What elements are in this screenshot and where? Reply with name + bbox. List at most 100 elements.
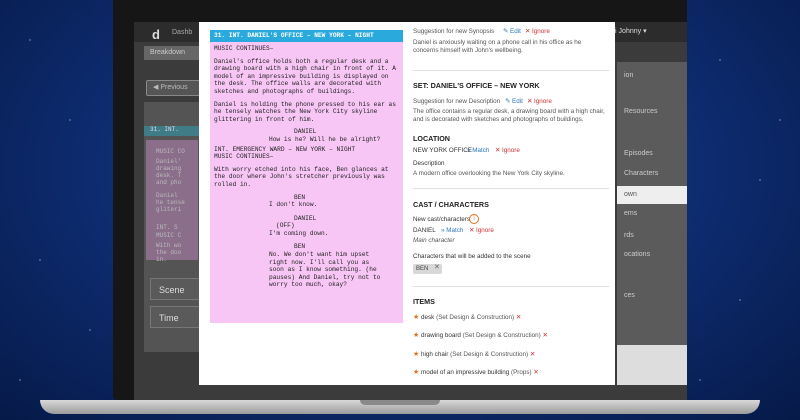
- scene-body: MUSIC CONTINUES– Daniel's office holds b…: [210, 42, 403, 323]
- divider: [413, 188, 609, 189]
- dialogue: How is he? Will he be alright?: [269, 135, 381, 143]
- behind-fragment: MUSIC C: [156, 232, 182, 239]
- behind-fragment: in.: [156, 256, 167, 263]
- item-name: drawing board: [421, 332, 461, 339]
- timeline-button[interactable]: Time: [150, 306, 200, 328]
- character-cue: DANIEL: [294, 128, 317, 136]
- character-badge-label: BEN: [416, 266, 429, 272]
- remove-item-icon[interactable]: ✕: [533, 369, 538, 376]
- dialogue: No. We don't want him upset right now. I…: [269, 251, 381, 289]
- item-category: (Props): [510, 369, 532, 376]
- set-heading: SET: DANIEL'S OFFICE – NEW YORK: [413, 81, 540, 90]
- items-heading: ITEMS: [413, 297, 435, 306]
- star-icon: ★: [413, 332, 420, 339]
- sidebar-item[interactable]: Resources: [624, 108, 657, 115]
- item-name: desk: [421, 314, 435, 321]
- star-icon: ★: [413, 351, 420, 358]
- sidebar-item[interactable]: Episodes: [624, 150, 653, 157]
- script-line: MUSIC CONTINUES–: [214, 45, 274, 52]
- sidebar-item[interactable]: Characters: [624, 170, 658, 177]
- cast-name: DANIEL: [413, 227, 436, 234]
- script-line: With worry etched into his face, Ben gla…: [214, 165, 389, 188]
- behind-fragment: gliteri: [156, 206, 182, 213]
- item-row: ★ model of an impressive building (Props…: [413, 368, 539, 376]
- behind-fragment: desk. T: [156, 172, 182, 179]
- user-menu[interactable]: Hi Johnny ▾: [610, 27, 680, 39]
- breakdown-suggestions-modal: 31. INT. DANIEL'S OFFICE – NEW YORK – NI…: [199, 22, 615, 385]
- remove-item-icon[interactable]: ✕: [542, 332, 547, 339]
- synopsis-text: Daniel is anxiously waiting on a phone c…: [413, 39, 582, 54]
- behind-scene-heading: 31. INT.: [144, 126, 206, 136]
- item-category: (Set Design & Construction): [450, 351, 529, 358]
- ignore-location-button[interactable]: ✕ Ignore: [495, 147, 520, 154]
- location-value: NEW YORK OFFICE: [413, 147, 473, 154]
- item-name: high chair: [421, 351, 449, 358]
- sidebar-item[interactable]: ems: [624, 210, 637, 217]
- script-line: Daniel's office holds both a regular des…: [214, 57, 396, 95]
- behind-fragment: MUSIC CO: [156, 148, 185, 155]
- item-row: ★ desk (Set Design & Construction) ✕: [413, 313, 521, 321]
- character-cue: BEN: [294, 243, 306, 251]
- behind-fragment: the doo: [156, 249, 182, 256]
- script-excerpt: 31. INT. DANIEL'S OFFICE – NEW YORK – NI…: [210, 30, 403, 323]
- star-icon: ★: [413, 314, 420, 321]
- script-line: MUSIC CONTINUES–: [214, 153, 274, 161]
- nav-dashboard-link[interactable]: Dashb: [172, 29, 192, 36]
- scene-heading: 31. INT. DANIEL'S OFFICE – NEW YORK – NI…: [210, 30, 403, 42]
- behind-fragment: With wo: [156, 242, 182, 249]
- behind-fragment: he tense: [156, 199, 185, 206]
- sidebar-item[interactable]: ocations: [624, 251, 650, 258]
- behind-fragment: INT. S: [156, 224, 178, 231]
- edit-description-button[interactable]: ✎ Edit: [505, 98, 523, 105]
- remove-item-icon[interactable]: ✕: [516, 314, 521, 321]
- item-category: (Set Design & Construction): [436, 314, 515, 321]
- dialogue: I don't know.: [269, 201, 318, 209]
- scenes-button[interactable]: Scene: [150, 278, 200, 300]
- scene-heading-2: INT. EMERGENCY WARD – NEW YORK – NIGHT: [214, 145, 356, 153]
- added-characters-label: Characters that will be added to the sce…: [413, 253, 531, 260]
- new-cast-label: New cast/characters: [413, 216, 471, 223]
- info-icon[interactable]: i: [469, 214, 479, 224]
- sidebar-item[interactable]: rds: [624, 232, 634, 239]
- sidebar-item-selected[interactable]: own: [624, 191, 637, 198]
- sidebar-item[interactable]: ces: [624, 292, 635, 299]
- location-description-label: Description: [413, 160, 445, 167]
- item-category: (Set Design & Construction): [462, 332, 541, 339]
- item-row: ★ high chair (Set Design & Construction)…: [413, 350, 535, 358]
- sidebar-white-block: [617, 345, 687, 385]
- dialogue: I'm coming down.: [269, 229, 329, 237]
- star-icon: ★: [413, 369, 420, 376]
- description-suggestion-label: Suggestion for new Description: [413, 98, 501, 105]
- location-heading: LOCATION: [413, 134, 450, 143]
- script-line: Daniel is holding the phone pressed to h…: [214, 100, 396, 123]
- divider: [413, 70, 609, 71]
- cast-heading: CAST / CHARACTERS: [413, 200, 489, 209]
- behind-fragment: and pho: [156, 179, 182, 186]
- cast-role: Main character: [413, 237, 455, 244]
- divider: [413, 286, 609, 287]
- match-cast-button[interactable]: » Match: [441, 227, 463, 234]
- character-cue: DANIEL: [294, 214, 317, 222]
- behind-fragment: Daniel': [156, 158, 182, 165]
- character-cue: BEN: [294, 193, 306, 201]
- remove-item-icon[interactable]: ✕: [530, 351, 535, 358]
- description-text: The office contains a regular desk, a dr…: [413, 108, 605, 123]
- parenthetical: (OFF): [276, 222, 295, 230]
- ignore-cast-button[interactable]: ✕ Ignore: [469, 227, 494, 234]
- tab-breakdown[interactable]: Breakdown: [144, 46, 204, 60]
- remove-character-icon[interactable]: ✕: [434, 263, 440, 271]
- location-description-text: A modern office overlooking the New York…: [413, 170, 565, 177]
- behind-fragment: drawing: [156, 165, 182, 172]
- match-location-button[interactable]: » Match: [467, 147, 489, 154]
- sidebar-item[interactable]: ion: [624, 72, 633, 79]
- item-name: model of an impressive building: [421, 369, 510, 376]
- ignore-description-button[interactable]: ✕ Ignore: [527, 98, 552, 105]
- item-row: ★ drawing board (Set Design & Constructi…: [413, 331, 548, 339]
- app-logo[interactable]: d: [152, 27, 160, 42]
- edit-synopsis-button[interactable]: ✎ Edit: [503, 28, 521, 35]
- laptop-base-notch: [360, 400, 440, 405]
- suggestions-panel: Suggestion for new Synopsis ✎ Edit ✕ Ign…: [413, 22, 609, 385]
- synopsis-suggestion-label: Suggestion for new Synopsis: [413, 28, 495, 35]
- ignore-synopsis-button[interactable]: ✕ Ignore: [525, 28, 550, 35]
- behind-fragment: Daniel: [156, 192, 178, 199]
